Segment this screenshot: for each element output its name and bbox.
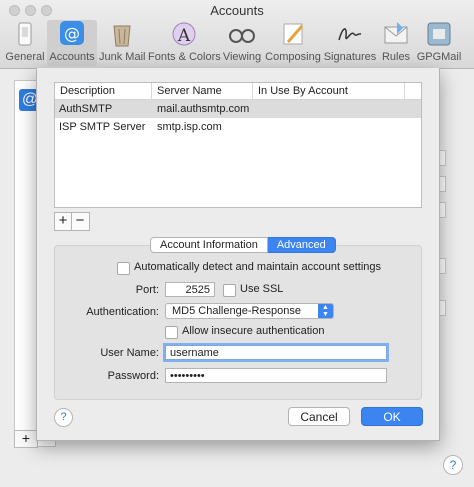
- row-description: AuthSMTP: [59, 103, 113, 115]
- row-description: ISP SMTP Server: [59, 121, 146, 133]
- add-remove-control: + −: [54, 212, 90, 231]
- preferences-window: Accounts General @ Accounts Junk Mail A …: [0, 0, 474, 487]
- toolbar-composing[interactable]: Composing: [265, 20, 321, 66]
- table-row[interactable]: AuthSMTP mail.authsmtp.com: [55, 100, 421, 118]
- signature-icon: [338, 28, 362, 41]
- ok-button[interactable]: OK: [361, 407, 423, 426]
- toolbar-gpgmail[interactable]: GPGMail: [414, 20, 464, 66]
- auto-detect-checkbox[interactable]: [117, 262, 130, 275]
- toolbar-accounts[interactable]: @ Accounts: [47, 20, 97, 66]
- title-bar: Accounts General @ Accounts Junk Mail A …: [0, 0, 474, 69]
- remove-server-button[interactable]: −: [72, 213, 88, 230]
- cancel-button[interactable]: Cancel: [288, 407, 350, 426]
- username-field[interactable]: username: [163, 343, 389, 362]
- row-server-name: smtp.isp.com: [157, 121, 222, 133]
- use-ssl-checkbox[interactable]: [223, 284, 236, 297]
- toolbar-viewing[interactable]: Viewing: [222, 20, 262, 66]
- general-icon: [18, 22, 32, 46]
- toolbar-junk-mail[interactable]: Junk Mail: [99, 20, 145, 66]
- at-sign-icon: @: [60, 21, 84, 45]
- rules-icon: [384, 22, 408, 44]
- svg-text:A: A: [177, 26, 191, 46]
- column-header-description[interactable]: Description: [55, 83, 152, 99]
- help-button[interactable]: ?: [54, 408, 73, 427]
- smtp-server-sheet: Description Server Name In Use By Accoun…: [36, 68, 440, 441]
- row-server-name: mail.authsmtp.com: [157, 103, 250, 115]
- password-label: Password:: [107, 370, 159, 382]
- pencil-icon: [283, 23, 304, 45]
- toolbar-general[interactable]: General: [5, 20, 45, 66]
- table-row[interactable]: ISP SMTP Server smtp.isp.com: [55, 118, 421, 136]
- auto-detect-label: Automatically detect and maintain accoun…: [134, 261, 382, 273]
- allow-insecure-checkbox[interactable]: [165, 326, 178, 339]
- tab-account-information[interactable]: Account Information: [150, 237, 268, 253]
- tab-advanced[interactable]: Advanced: [267, 237, 336, 253]
- use-ssl-label: Use SSL: [240, 283, 284, 295]
- window-title: Accounts: [210, 3, 264, 18]
- fonts-colors-icon: A: [172, 22, 196, 46]
- toolbar-signatures[interactable]: Signatures: [323, 20, 377, 66]
- toolbar-rules[interactable]: Rules: [380, 20, 412, 66]
- column-header-server-name[interactable]: Server Name: [152, 83, 253, 99]
- glasses-icon: [229, 29, 255, 43]
- port-label: Port:: [135, 284, 159, 296]
- username-label: User Name:: [100, 347, 159, 359]
- gpgmail-icon: [427, 22, 451, 46]
- authentication-value: MD5 Challenge-Response: [172, 305, 302, 317]
- settings-tabs: Account Information Advanced: [150, 237, 336, 253]
- authentication-label: Authentication:: [86, 306, 159, 318]
- table-header: Description Server Name In Use By Accoun…: [55, 83, 421, 100]
- add-account-button[interactable]: +: [14, 430, 38, 448]
- authentication-popup[interactable]: MD5 Challenge-Response ▲ ▼: [165, 303, 334, 319]
- port-field[interactable]: 2525: [165, 282, 215, 297]
- add-server-button[interactable]: +: [55, 213, 71, 230]
- popup-arrows-icon: ▲ ▼: [318, 304, 333, 318]
- background-help-button[interactable]: ?: [443, 455, 463, 475]
- password-field[interactable]: •••••••••: [165, 368, 387, 383]
- column-header-in-use[interactable]: In Use By Account: [253, 83, 405, 99]
- allow-insecure-label: Allow insecure authentication: [182, 325, 325, 337]
- junk-mail-icon: [113, 25, 131, 47]
- toolbar-fonts-colors[interactable]: A Fonts & Colors: [148, 20, 221, 66]
- smtp-server-table[interactable]: Description Server Name In Use By Accoun…: [54, 82, 422, 208]
- svg-text:@: @: [64, 24, 80, 43]
